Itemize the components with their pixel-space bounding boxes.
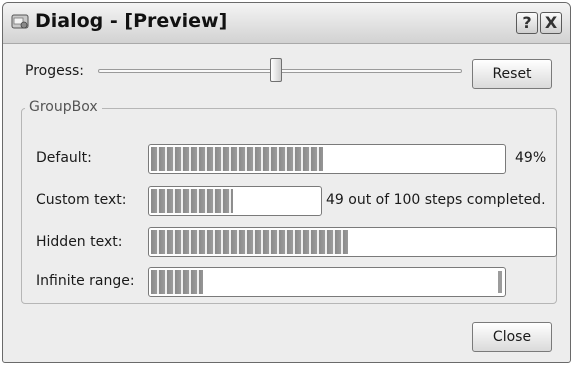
default-progress-fill (151, 147, 323, 171)
groupbox-title: GroupBox (25, 99, 102, 115)
busy-indicator-end (498, 271, 502, 293)
default-progress-text: 49% (515, 150, 547, 166)
hidden-text-progress-bar (148, 227, 557, 257)
title-bar[interactable]: Dialog - [Preview] ? X (3, 3, 570, 44)
close-icon: X (544, 13, 558, 32)
dialog-window: Dialog - [Preview] ? X Progess: Reset Gr… (2, 2, 571, 363)
hidden-text-progress-fill (151, 230, 348, 254)
progress-slider-handle[interactable] (270, 58, 283, 82)
default-label: Default: (36, 150, 92, 166)
busy-indicator-chunk (151, 270, 203, 294)
dialog-client-area: Progess: Reset GroupBox Default: 49% Cus… (3, 44, 570, 362)
infinite-range-label: Infinite range: (36, 273, 135, 289)
help-button[interactable]: ? (516, 12, 538, 34)
custom-text-label: Custom text: (36, 192, 127, 208)
hidden-text-label: Hidden text: (36, 234, 123, 250)
custom-text-progress-fill (151, 189, 233, 213)
default-progress-bar (148, 144, 506, 174)
infinite-range-progress-bar (148, 267, 506, 297)
close-button[interactable]: Close (472, 322, 552, 352)
slider-label: Progess: (25, 63, 85, 79)
custom-progress-text: 49 out of 100 steps completed. (326, 192, 546, 208)
help-icon: ? (522, 13, 532, 32)
custom-text-progress-bar (148, 186, 322, 216)
app-icon (11, 14, 29, 29)
reset-button[interactable]: Reset (472, 59, 552, 89)
window-title: Dialog - [Preview] (35, 10, 228, 32)
window-close-button[interactable]: X (540, 12, 562, 34)
